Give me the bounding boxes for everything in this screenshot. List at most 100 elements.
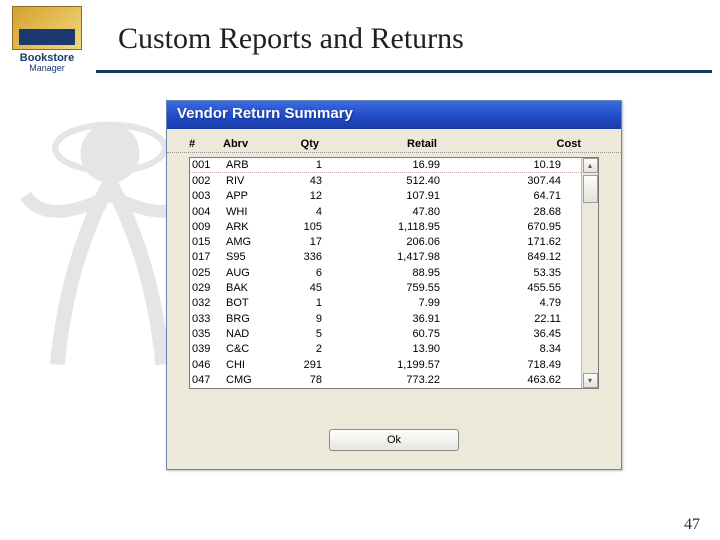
table-row[interactable]: 032BOT17.994.79	[190, 296, 581, 311]
cell-cost: 307.44	[448, 175, 579, 187]
table-row[interactable]: 003APP12107.9164.71	[190, 189, 581, 204]
cell-cost: 28.68	[448, 206, 579, 218]
table-row[interactable]: 009ARK1051,118.95670.95	[190, 219, 581, 234]
title-divider	[96, 70, 712, 73]
cell-retail: 759.55	[328, 282, 448, 294]
page-number: 47	[684, 516, 700, 534]
cell-num: 009	[192, 221, 226, 233]
cell-num: 039	[192, 343, 226, 355]
table-row[interactable]: 046CHI2911,199.57718.49	[190, 357, 581, 372]
col-header-retail[interactable]: Retail	[325, 138, 445, 150]
cell-retail: 1,417.98	[328, 251, 448, 263]
cell-abrv: AUG	[226, 267, 274, 279]
cell-qty: 336	[274, 251, 328, 263]
cell-cost: 171.62	[448, 236, 579, 248]
table-row[interactable]: 025AUG688.9553.35	[190, 265, 581, 280]
table-row[interactable]: 015AMG17206.06171.62	[190, 234, 581, 249]
cell-num: 017	[192, 251, 226, 263]
cell-cost: 22.11	[448, 313, 579, 325]
cell-abrv: BOT	[226, 297, 274, 309]
cell-retail: 1,199.57	[328, 359, 448, 371]
table-row[interactable]: 002RIV43512.40307.44	[190, 173, 581, 188]
cell-retail: 36.91	[328, 313, 448, 325]
cell-retail: 88.95	[328, 267, 448, 279]
cell-abrv: ARK	[226, 221, 274, 233]
cell-num: 046	[192, 359, 226, 371]
col-header-abrv[interactable]: Abrv	[223, 138, 271, 150]
cell-retail: 7.99	[328, 297, 448, 309]
cell-retail: 47.80	[328, 206, 448, 218]
cell-qty: 6	[274, 267, 328, 279]
data-grid[interactable]: 001ARB116.9910.19002RIV43512.40307.44003…	[190, 158, 581, 388]
table-row[interactable]: 001ARB116.9910.19	[190, 158, 581, 173]
cell-cost: 849.12	[448, 251, 579, 263]
cell-num: 025	[192, 267, 226, 279]
cell-qty: 1	[274, 159, 328, 171]
cell-retail: 206.06	[328, 236, 448, 248]
cell-qty: 5	[274, 328, 328, 340]
cell-retail: 60.75	[328, 328, 448, 340]
brand-logo: Bookstore Manager	[6, 6, 88, 78]
cell-abrv: CMG	[226, 374, 274, 386]
logo-text-line2: Manager	[6, 63, 88, 73]
cell-abrv: CHI	[226, 359, 274, 371]
cell-abrv: APP	[226, 190, 274, 202]
scrollbar[interactable]: ▴ ▾	[581, 158, 598, 388]
table-row[interactable]: 029BAK45759.55455.55	[190, 280, 581, 295]
cell-num: 029	[192, 282, 226, 294]
cell-num: 004	[192, 206, 226, 218]
cell-cost: 36.45	[448, 328, 579, 340]
cell-abrv: WHI	[226, 206, 274, 218]
cell-qty: 78	[274, 374, 328, 386]
cell-qty: 291	[274, 359, 328, 371]
table-row[interactable]: 033BRG936.9122.11	[190, 311, 581, 326]
cell-cost: 718.49	[448, 359, 579, 371]
table-headers: # Abrv Qty Retail Cost	[167, 129, 621, 153]
col-header-qty[interactable]: Qty	[271, 138, 325, 150]
cell-cost: 463.62	[448, 374, 579, 386]
cell-cost: 64.71	[448, 190, 579, 202]
scroll-up-icon[interactable]: ▴	[583, 158, 598, 173]
table-row[interactable]: 035NAD560.7536.45	[190, 326, 581, 341]
table-row[interactable]: 017S953361,417.98849.12	[190, 250, 581, 265]
scroll-thumb[interactable]	[583, 175, 598, 203]
col-header-cost[interactable]: Cost	[445, 138, 599, 150]
table-row[interactable]: 047CMG78773.22463.62	[190, 372, 581, 387]
cell-abrv: C&C	[226, 343, 274, 355]
cell-num: 015	[192, 236, 226, 248]
ok-button[interactable]: Ok	[329, 429, 459, 451]
cell-qty: 2	[274, 343, 328, 355]
table-row[interactable]: 039C&C213.908.34	[190, 342, 581, 357]
cell-qty: 105	[274, 221, 328, 233]
cell-abrv: RIV	[226, 175, 274, 187]
cell-qty: 1	[274, 297, 328, 309]
page-title: Custom Reports and Returns	[118, 22, 464, 56]
scroll-down-icon[interactable]: ▾	[583, 373, 598, 388]
cell-retail: 773.22	[328, 374, 448, 386]
logo-icon	[12, 6, 82, 50]
cell-cost: 670.95	[448, 221, 579, 233]
cell-num: 035	[192, 328, 226, 340]
cell-qty: 45	[274, 282, 328, 294]
cell-num: 003	[192, 190, 226, 202]
cell-abrv: BRG	[226, 313, 274, 325]
cell-qty: 9	[274, 313, 328, 325]
cell-cost: 4.79	[448, 297, 579, 309]
cell-abrv: ARB	[226, 159, 274, 171]
cell-retail: 16.99	[328, 159, 448, 171]
cell-retail: 13.90	[328, 343, 448, 355]
table-row[interactable]: 004WHI447.8028.68	[190, 204, 581, 219]
cell-abrv: NAD	[226, 328, 274, 340]
cell-num: 047	[192, 374, 226, 386]
cell-cost: 455.55	[448, 282, 579, 294]
cell-retail: 512.40	[328, 175, 448, 187]
cell-num: 001	[192, 159, 226, 171]
vendor-return-window: Vendor Return Summary # Abrv Qty Retail …	[166, 100, 622, 470]
window-titlebar[interactable]: Vendor Return Summary	[167, 101, 621, 129]
col-header-num[interactable]: #	[189, 138, 223, 150]
cell-retail: 107.91	[328, 190, 448, 202]
cell-qty: 17	[274, 236, 328, 248]
cell-abrv: BAK	[226, 282, 274, 294]
cell-num: 032	[192, 297, 226, 309]
cell-abrv: S95	[226, 251, 274, 263]
